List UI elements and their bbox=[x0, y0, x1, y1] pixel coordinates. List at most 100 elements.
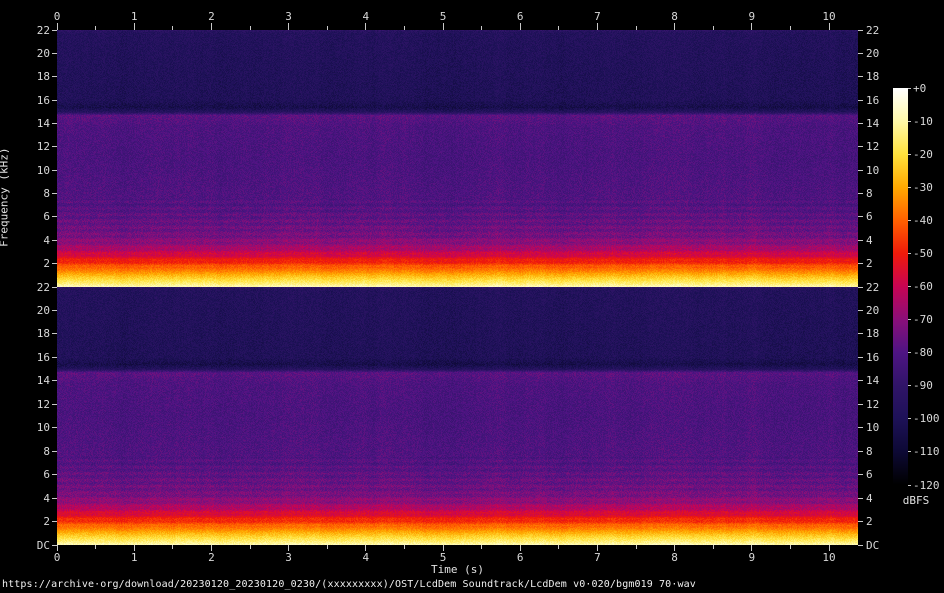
freq-tick-left bbox=[52, 76, 57, 78]
time-tick-minor-top bbox=[249, 26, 251, 30]
freq-tick-left bbox=[52, 380, 57, 382]
time-tick-minor-top bbox=[326, 26, 328, 30]
colorbar-tick bbox=[908, 385, 911, 387]
time-tick-minor-top bbox=[558, 26, 560, 30]
freq-tick-left bbox=[52, 99, 57, 101]
time-tick-minor-bottom bbox=[558, 545, 560, 549]
freq-tick-label-left: 20 bbox=[36, 46, 50, 60]
time-tick-label-bottom: 7 bbox=[594, 551, 601, 564]
colorbar-tick-label: -100 bbox=[913, 412, 940, 426]
time-tick-major-top bbox=[519, 23, 521, 30]
freq-tick-right bbox=[858, 497, 863, 499]
freq-tick-label-left: 22 bbox=[36, 23, 50, 37]
freq-tick-left bbox=[52, 427, 57, 429]
freq-tick-label-right: DC bbox=[866, 538, 880, 552]
freq-tick-label-right: 22 bbox=[866, 23, 880, 37]
freq-tick-label-right: 6 bbox=[866, 468, 873, 482]
freq-tick-right bbox=[858, 239, 863, 241]
status-bar-url: https://archive·org/download/20230120_20… bbox=[2, 579, 696, 590]
freq-tick-right bbox=[858, 427, 863, 429]
freq-tick-label-right: 14 bbox=[866, 374, 880, 388]
time-tick-label-top: 9 bbox=[748, 10, 756, 23]
freq-tick-right bbox=[858, 450, 863, 452]
freq-tick-label-right: 12 bbox=[866, 397, 880, 411]
freq-tick-right bbox=[858, 380, 863, 382]
freq-tick-label-right: 2 bbox=[866, 257, 873, 271]
time-tick-label-bottom: 10 bbox=[822, 551, 836, 564]
time-tick-label-bottom: 3 bbox=[285, 551, 292, 564]
time-tick-minor-top bbox=[481, 26, 483, 30]
time-tick-major-top bbox=[210, 23, 212, 30]
time-tick-label-bottom: 0 bbox=[53, 551, 61, 564]
freq-tick-right bbox=[858, 356, 863, 358]
freq-tick-label-right: 12 bbox=[866, 140, 880, 154]
time-tick-label-top: 1 bbox=[130, 10, 138, 23]
freq-tick-right bbox=[858, 403, 863, 405]
freq-tick-label-right: 18 bbox=[866, 70, 880, 84]
freq-tick-label-left: 20 bbox=[36, 303, 50, 317]
colorbar-unit-label: dBFS bbox=[902, 494, 930, 507]
freq-tick-label-left: 14 bbox=[36, 374, 50, 388]
time-tick-major-top bbox=[442, 23, 444, 30]
time-tick-label-bottom: 5 bbox=[439, 551, 447, 564]
colorbar-tick bbox=[908, 87, 911, 89]
freq-tick-left bbox=[52, 521, 57, 523]
freq-tick-label-left: DC bbox=[36, 538, 50, 552]
freq-tick-right bbox=[858, 333, 863, 335]
freq-tick-left bbox=[52, 29, 57, 31]
freq-tick-label-right: 20 bbox=[866, 303, 880, 317]
colorbar-tick-label: -40 bbox=[913, 213, 933, 227]
time-tick-minor-bottom bbox=[789, 545, 791, 549]
colorbar-tick bbox=[908, 352, 911, 354]
time-tick-minor-bottom bbox=[712, 545, 714, 549]
time-tick-major-top bbox=[288, 23, 290, 30]
freq-tick-left bbox=[52, 263, 57, 265]
time-tick-minor-bottom bbox=[172, 545, 174, 549]
spectrogram-canvas bbox=[57, 30, 858, 545]
time-tick-major-top bbox=[751, 23, 753, 30]
time-tick-minor-bottom bbox=[249, 545, 251, 549]
freq-tick-label-right: 10 bbox=[866, 421, 880, 435]
freq-tick-left bbox=[52, 122, 57, 124]
colorbar-tick-label: -50 bbox=[913, 246, 933, 260]
colorbar-tick-label: -90 bbox=[913, 379, 933, 393]
freq-tick-left bbox=[52, 356, 57, 358]
freq-tick-right bbox=[858, 286, 863, 288]
freq-tick-label-right: 6 bbox=[866, 210, 873, 224]
colorbar-tick bbox=[908, 451, 911, 453]
freq-tick-left bbox=[52, 169, 57, 171]
freq-tick-label-left: 10 bbox=[36, 421, 50, 435]
colorbar-tick bbox=[908, 120, 911, 122]
freq-tick-right bbox=[858, 216, 863, 218]
freq-tick-right bbox=[858, 122, 863, 124]
freq-tick-right bbox=[858, 544, 863, 546]
freq-tick-label-right: 8 bbox=[866, 444, 873, 458]
freq-tick-label-right: 4 bbox=[866, 491, 873, 505]
freq-tick-label-left: 10 bbox=[36, 163, 50, 177]
freq-tick-right bbox=[858, 99, 863, 101]
freq-tick-left bbox=[52, 193, 57, 195]
colorbar-tick bbox=[908, 153, 911, 155]
freq-tick-left bbox=[52, 286, 57, 288]
freq-tick-label-right: 18 bbox=[866, 327, 880, 341]
spectrogram-plot-area bbox=[57, 30, 858, 545]
time-tick-minor-top bbox=[712, 26, 714, 30]
freq-tick-left bbox=[52, 52, 57, 54]
colorbar-tick-label: +0 bbox=[913, 81, 927, 95]
time-tick-label-top: 2 bbox=[208, 10, 215, 23]
freq-tick-right bbox=[858, 52, 863, 54]
colorbar-tick bbox=[908, 319, 911, 321]
time-tick-minor-top bbox=[789, 26, 791, 30]
time-tick-minor-bottom bbox=[481, 545, 483, 549]
freq-tick-left bbox=[52, 239, 57, 241]
freq-tick-label-left: 4 bbox=[43, 233, 50, 247]
freq-tick-label-left: 2 bbox=[43, 515, 50, 529]
freq-tick-left bbox=[52, 146, 57, 148]
freq-tick-label-left: 8 bbox=[43, 444, 50, 458]
freq-tick-label-left: 12 bbox=[36, 397, 50, 411]
freq-tick-label-right: 14 bbox=[866, 116, 880, 130]
freq-tick-label-right: 4 bbox=[866, 233, 873, 247]
freq-tick-label-right: 8 bbox=[866, 187, 873, 201]
freq-tick-label-right: 2 bbox=[866, 515, 873, 529]
freq-tick-left bbox=[52, 450, 57, 452]
